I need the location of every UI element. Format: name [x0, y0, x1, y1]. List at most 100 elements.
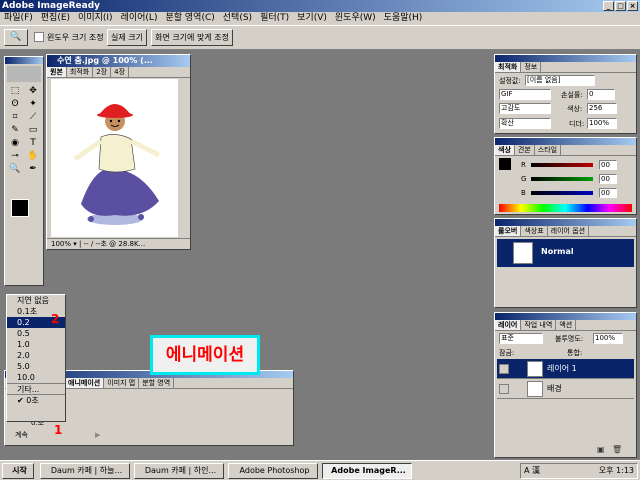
zoom-level[interactable]: 100% — [51, 240, 71, 248]
menu-item-1[interactable]: 편집(E) — [37, 12, 74, 25]
delay-option[interactable]: 10.0 — [7, 372, 65, 383]
delete-layer-icon[interactable]: 🗑 — [612, 445, 622, 454]
minimize-button[interactable]: _ — [603, 1, 614, 11]
slice-tool-icon[interactable]: ⟋ — [27, 112, 39, 123]
eye-icon[interactable] — [499, 384, 509, 394]
settings-select[interactable]: [이름 없음] — [525, 75, 595, 86]
document-canvas[interactable] — [51, 79, 178, 237]
layer-tabs-tab-2[interactable]: 액션 — [556, 320, 577, 330]
eye-icon[interactable] — [499, 364, 509, 374]
delay-option[interactable]: 0.5 — [7, 328, 65, 339]
pen-tool-icon[interactable]: ✒ — [27, 164, 39, 175]
eyedropper-tool-icon[interactable]: ⊸ — [9, 151, 21, 162]
roll-tabs-tab-1[interactable]: 색상표 — [521, 226, 548, 236]
document-window: 수연 춤.jpg @ 100% (... 원본 최적화 2장 4장 100% ▾ | … — [46, 54, 191, 250]
color-foreground-swatch[interactable] — [499, 158, 511, 170]
zoom-tool-icon[interactable]: 🔍 — [9, 164, 21, 175]
palette-select[interactable]: 고감도 — [499, 103, 551, 114]
start-button[interactable]: 시작 — [2, 463, 34, 479]
opt-tabs-tab-0[interactable]: 최적화 — [495, 62, 522, 72]
opacity-label: 불투명도: — [555, 335, 584, 343]
color-tabs-tab-2[interactable]: 스타일 — [535, 145, 562, 155]
hand-tool-icon[interactable]: ✋ — [27, 151, 39, 162]
channel-slider[interactable] — [531, 177, 593, 181]
menu-item-4[interactable]: 분할 영역(C) — [161, 12, 218, 25]
lossy-field[interactable]: 0 — [587, 89, 615, 100]
status-info[interactable]: -- / --초 @ 28.8K... — [84, 240, 146, 248]
anim-tabs-tab-1[interactable]: 이미지 맵 — [104, 378, 140, 388]
menu-item-3[interactable]: 레이어(L) — [117, 12, 162, 25]
new-layer-icon[interactable]: ▣ — [597, 445, 605, 454]
fill-tool-icon[interactable]: ◉ — [9, 138, 21, 149]
channel-row-g: G 00 — [521, 174, 636, 185]
delay-option[interactable]: 기타... — [7, 383, 65, 394]
maximize-button[interactable]: □ — [615, 1, 626, 11]
type-tool-icon[interactable]: T — [27, 138, 39, 149]
move-tool-icon[interactable]: ✥ — [27, 86, 39, 97]
roll-tabs-tab-0[interactable]: 롤오버 — [495, 226, 522, 236]
lasso-tool-icon[interactable]: ʘ — [9, 99, 21, 110]
doc-tabs-tab-2[interactable]: 2장 — [93, 67, 112, 77]
doc-tabs-tab-1[interactable]: 최적화 — [67, 67, 94, 77]
taskbar-item[interactable]: Daum 카페 | 하인... — [134, 463, 224, 479]
channel-value-field[interactable]: 00 — [599, 188, 617, 198]
layer-tabs-tab-1[interactable]: 작업 내역 — [521, 320, 557, 330]
color-tabs-tab-0[interactable]: 색상 — [495, 145, 515, 155]
channel-slider[interactable] — [531, 163, 593, 167]
color-panel: 색상 견본 스타일 R 00 G 00 B 00 — [494, 137, 637, 215]
taskbar-item[interactable]: Adobe Photoshop — [228, 463, 318, 479]
blend-mode-select[interactable]: 표준 — [499, 333, 543, 344]
layer-row[interactable]: 배경 — [497, 379, 634, 399]
marquee-tool-icon[interactable]: ⬚ — [9, 86, 21, 97]
layer-tabs-tab-0[interactable]: 레이어 — [495, 320, 522, 330]
delay-option[interactable]: 1.0 — [7, 339, 65, 350]
rollover-state-row[interactable]: Normal — [497, 239, 634, 267]
close-button[interactable]: × — [627, 1, 638, 11]
play-button[interactable]: ▶ — [95, 429, 100, 441]
opacity-field[interactable]: 100% — [593, 333, 623, 344]
channel-slider[interactable] — [531, 191, 593, 195]
colors-field[interactable]: 256 — [587, 103, 617, 114]
rollover-panel-title — [495, 219, 636, 226]
crop-tool-icon[interactable]: ⌗ — [9, 112, 21, 123]
brush-tool-icon[interactable]: ✎ — [9, 125, 21, 136]
layer-name: 레이어 1 — [547, 364, 577, 373]
menu-item-5[interactable]: 선택(S) — [219, 12, 256, 25]
foreground-color-swatch[interactable] — [11, 199, 29, 217]
opt-tabs-tab-1[interactable]: 정보 — [521, 62, 542, 72]
delay-option[interactable]: 2.0 — [7, 350, 65, 361]
eraser-tool-icon[interactable]: ▭ — [27, 125, 39, 136]
loop-select[interactable]: 계속 — [15, 429, 28, 441]
taskbar-item[interactable]: Adobe ImageR... — [322, 463, 412, 479]
dither-field[interactable]: 100% — [587, 118, 617, 129]
menu-item-9[interactable]: 도움말(H) — [380, 12, 427, 25]
format-select[interactable]: GIF — [499, 89, 551, 100]
actual-size-button[interactable]: 실제 크기 — [107, 29, 147, 46]
menu-item-6[interactable]: 필터(T) — [256, 12, 293, 25]
menu-item-8[interactable]: 윈도우(W) — [331, 12, 380, 25]
menu-item-0[interactable]: 파일(F) — [0, 12, 37, 25]
color-spectrum-bar[interactable] — [499, 204, 632, 212]
color-tabs-tab-1[interactable]: 견본 — [515, 145, 535, 155]
resize-windows-checkbox[interactable] — [34, 32, 44, 42]
layer-row[interactable]: 레이어 1 — [497, 359, 634, 379]
fit-screen-button[interactable]: 화면 크기에 맞게 조정 — [151, 29, 233, 46]
menu-item-7[interactable]: 보기(V) — [293, 12, 331, 25]
anim-tabs-tab-0[interactable]: 애니메이션 — [65, 378, 105, 388]
doc-tabs-tab-3[interactable]: 4장 — [111, 67, 130, 77]
channel-value-field[interactable]: 00 — [599, 174, 617, 184]
doc-tabs-tab-0[interactable]: 원본 — [47, 67, 67, 77]
menu-item-2[interactable]: 이미지(I) — [74, 12, 117, 25]
roll-tabs-tab-2[interactable]: 레이어 옵션 — [548, 226, 590, 236]
zoom-tool-icon[interactable]: 🔍 — [4, 29, 28, 46]
delay-option[interactable]: 5.0 — [7, 361, 65, 372]
anim-tabs-tab-2[interactable]: 분할 영역 — [139, 378, 175, 388]
language-indicator[interactable]: A 漢 — [521, 466, 540, 475]
layers-panel: 레이어 작업 내역 액션 표준 불투명도: 100% 잠금: 통합: 레이어 1 배… — [494, 312, 637, 458]
magic-wand-tool-icon[interactable]: ✦ — [27, 99, 39, 110]
delay-option[interactable]: 지연 없음 — [7, 295, 65, 306]
dither-method-select[interactable]: 확산 — [499, 118, 551, 129]
taskbar-item[interactable]: Daum 카페 | 하늘... — [40, 463, 130, 479]
channel-value-field[interactable]: 00 — [599, 160, 617, 170]
delay-option[interactable]: ✔ 0초 — [7, 394, 65, 405]
